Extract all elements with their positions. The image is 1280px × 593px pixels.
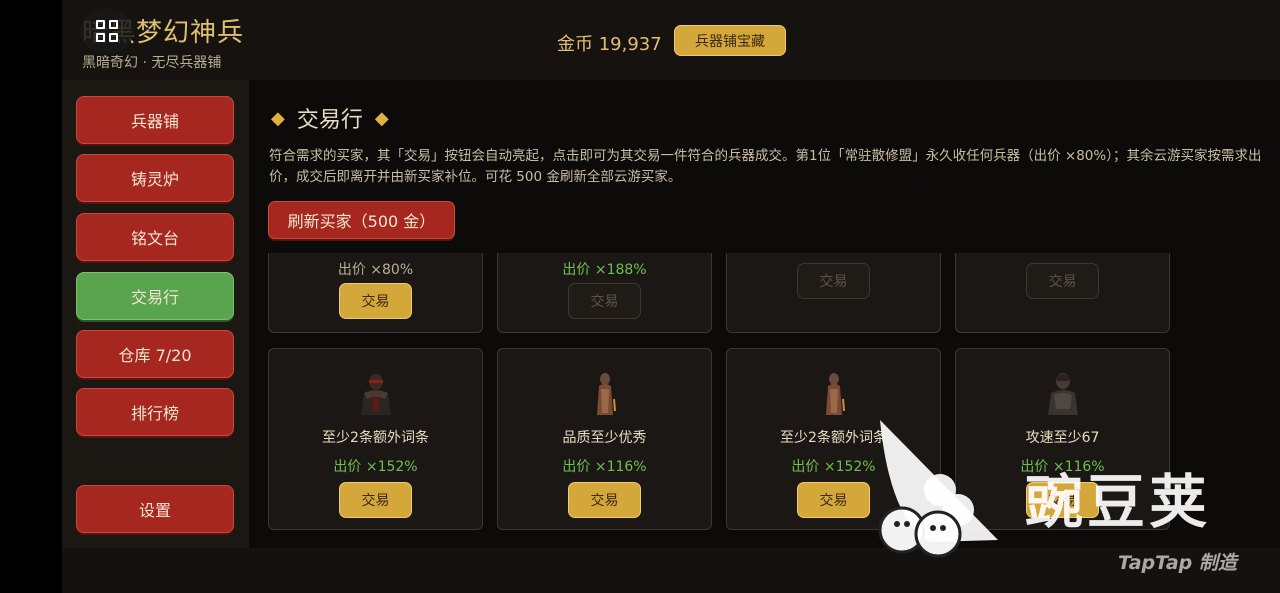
buyer-price: 出价 ×152% [791,459,876,475]
buyer-requirement: 至少2条额外词条 [322,430,429,446]
floating-menu-button[interactable] [80,8,134,54]
trade-button[interactable]: 交易 [1026,482,1099,518]
buyer-grid[interactable]: 出价 ×80% 交易 出价 ×188% 交易 交易 交易 至少2条额外词条 出价… [249,253,1280,548]
refresh-buyers-button[interactable]: 刷新买家（500 金） [268,201,455,239]
buyer-card: 至少2条额外词条 出价 ×152% 交易 [726,348,941,530]
buyer-price: 出价 ×188% [562,262,647,278]
game-app: 暗黑梦幻神兵 黑暗奇幻 · 无尽兵器铺 金币 19,937 兵器铺宝藏 兵器铺 … [62,0,1280,593]
nav-leaderboard[interactable]: 排行榜 [76,388,234,436]
bottom-bar [62,548,1280,593]
buyer-card: 交易 [726,253,941,333]
robed-merchant-icon [597,373,616,415]
buyer-requirement: 攻速至少67 [1025,430,1100,446]
game-subtitle: 黑暗奇幻 · 无尽兵器铺 [82,55,222,71]
nav-inscription[interactable]: 铭文台 [76,213,234,261]
trade-button-disabled[interactable]: 交易 [1026,263,1099,299]
gold-counter: 金币 19,937 [557,34,662,55]
diamond-icon: ◆ [271,107,285,129]
buyer-card: 交易 [955,253,1170,333]
buyer-card: 出价 ×188% 交易 [497,253,712,333]
hooded-rogue-icon [1048,373,1078,415]
nav-trading-house[interactable]: 交易行 [76,272,234,320]
buyer-price: 出价 ×116% [1020,459,1105,475]
trade-button[interactable]: 交易 [339,482,412,518]
buyer-price: 出价 ×80% [337,262,414,278]
buyer-price: 出价 ×116% [562,459,647,475]
trade-button[interactable]: 交易 [339,283,412,319]
buyer-requirement: 至少2条额外词条 [780,430,887,446]
armored-warrior-icon [361,374,391,415]
diamond-icon: ◆ [374,107,389,129]
robed-merchant-icon [826,373,845,415]
grid-menu-icon [96,20,118,42]
buyer-card: 攻速至少67 出价 ×116% 交易 [955,348,1170,530]
buyer-requirement: 品质至少优秀 [562,430,647,446]
trade-button-disabled[interactable]: 交易 [797,263,870,299]
buyer-card: 品质至少优秀 出价 ×116% 交易 [497,348,712,530]
trading-description: 符合需求的买家，其「交易」按钮会自动亮起，点击即可为其交易一件符合的兵器成交。第… [269,148,1262,185]
nav-settings[interactable]: 设置 [76,485,234,533]
sidebar-nav: 兵器铺 铸灵炉 铭文台 交易行 仓库 7/20 排行榜 设置 [62,80,249,548]
nav-warehouse[interactable]: 仓库 7/20 [76,330,234,378]
trade-button[interactable]: 交易 [797,482,870,518]
nav-weapon-shop[interactable]: 兵器铺 [76,96,234,144]
section-title: ◆ 交易行 ◆ [271,102,389,134]
trade-button-disabled[interactable]: 交易 [568,283,641,319]
trade-button[interactable]: 交易 [568,482,641,518]
trading-panel: ◆ 交易行 ◆ 符合需求的买家，其「交易」按钮会自动亮起，点击即可为其交易一件符… [249,80,1280,548]
treasure-button[interactable]: 兵器铺宝藏 [674,25,786,56]
buyer-price: 出价 ×152% [333,459,418,475]
buyer-card: 出价 ×80% 交易 [268,253,483,333]
section-title-text: 交易行 [296,108,363,133]
buyer-card: 至少2条额外词条 出价 ×152% 交易 [268,348,483,530]
nav-spirit-forge[interactable]: 铸灵炉 [76,154,234,202]
top-header: 暗黑梦幻神兵 黑暗奇幻 · 无尽兵器铺 金币 19,937 兵器铺宝藏 [62,0,1280,80]
